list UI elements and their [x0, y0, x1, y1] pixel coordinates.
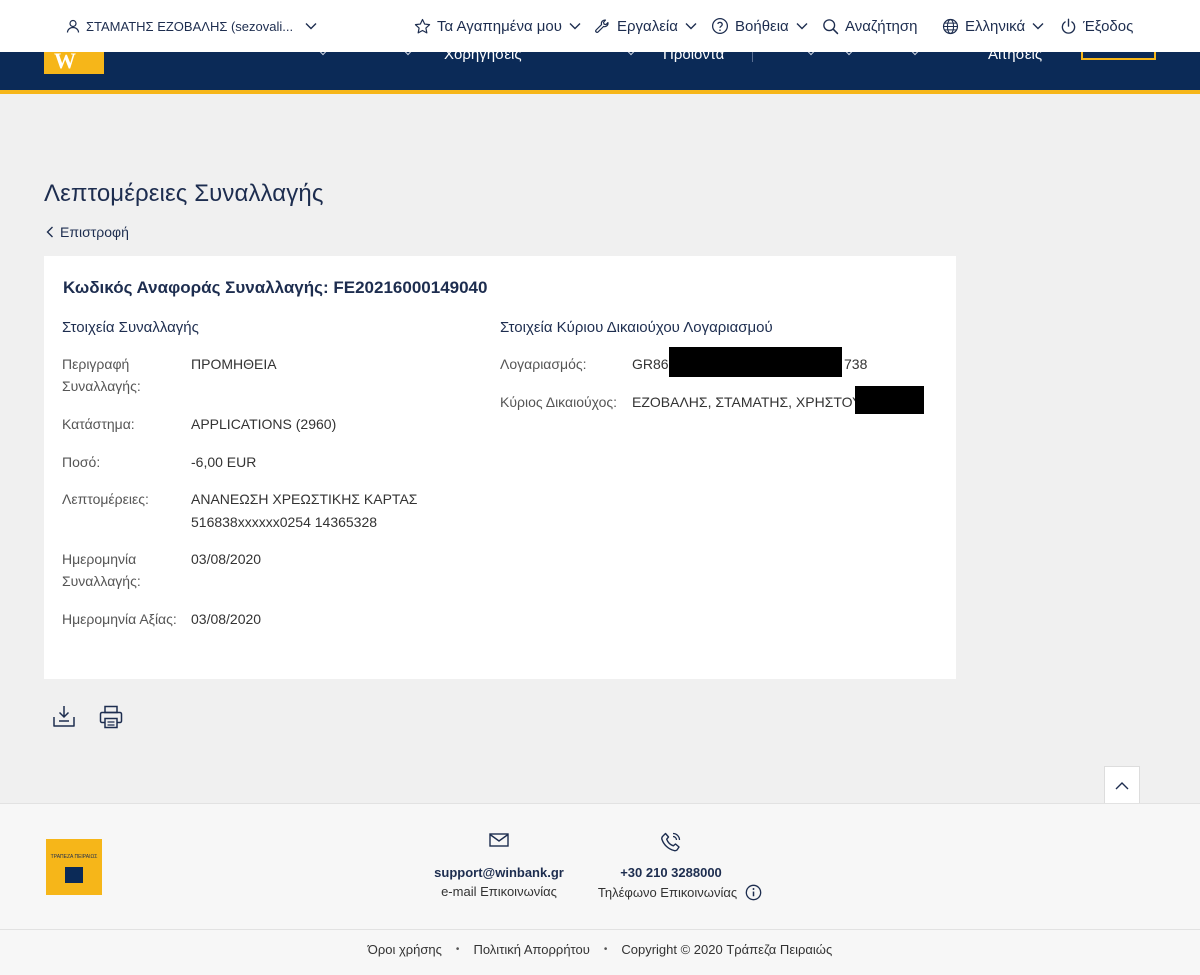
redacted-account-number	[669, 347, 842, 377]
separator-dot: •	[603, 944, 608, 955]
top-utility-bar: ΣΤΑΜΑΤΗΣ ΕΖΟΒΑΛΗΣ (sezovali... Τα Αγαπημ…	[0, 0, 1200, 52]
print-button[interactable]	[98, 704, 124, 730]
search-label: Αναζήτηση	[845, 17, 918, 35]
owner-section-title: Στοιχεία Κύριου Δικαιούχου Λογαριασμού	[500, 319, 773, 336]
winbank-logo[interactable]: W	[44, 52, 104, 74]
nav-item-products[interactable]: Προϊόντα	[663, 52, 724, 63]
power-icon	[1061, 18, 1076, 34]
chevron-down-icon	[305, 23, 317, 30]
store-value: APPLICATIONS (2960)	[191, 416, 337, 432]
nav-chevron	[626, 52, 636, 56]
globe-icon	[942, 18, 959, 34]
main-navigation: W Χορηγήσεις Προϊόντα Αιτήσεις	[0, 52, 1200, 90]
footer-divider	[0, 929, 1200, 930]
holder-value: ΕΖΟΒΑΛΗΣ, ΣΤΑΜΑΤΗΣ, ΧΡΗΣΤΟΥ,	[632, 394, 864, 410]
phone-label-row: Τηλέφωνο Επικοινωνίας	[580, 884, 780, 901]
transaction-date-value: 03/08/2020	[191, 551, 262, 567]
nav-cta-button[interactable]	[1081, 52, 1156, 60]
details-label: Λεπτομέρειες:	[62, 491, 149, 507]
phone-label: Τηλέφωνο Επικοινωνίας	[597, 885, 738, 900]
nav-item-requests[interactable]: Αιτήσεις	[988, 52, 1042, 63]
copyright: Copyright © 2020 Τράπεζα Πειραιώς	[621, 942, 833, 957]
search-icon	[823, 18, 839, 34]
nav-item-sponsorships[interactable]: Χορηγήσεις	[444, 52, 522, 63]
description-label: Περιγραφή Συναλλαγής:	[62, 356, 141, 394]
chevron-down-icon	[569, 23, 581, 30]
footer-links: Όροι χρήσης • Πολιτική Απορρήτου • Copyr…	[0, 942, 1200, 957]
chevron-down-icon	[685, 23, 697, 30]
amount-label: Ποσό:	[62, 454, 101, 470]
piraeus-bank-logo[interactable]: ΤΡΑΠΕΖΑ ΠΕΙΡΑΙΩΣ	[46, 839, 102, 895]
nav-accent-line	[0, 90, 1200, 94]
language-label: Ελληνικά	[965, 17, 1026, 35]
nav-chevron	[403, 52, 413, 56]
amount-value: -6,00 EUR	[191, 454, 257, 470]
user-menu[interactable]: ΣΤΑΜΑΤΗΣ ΕΖΟΒΑΛΗΣ (sezovali...	[66, 0, 317, 52]
email-label: e-mail Επικοινωνίας	[441, 884, 557, 899]
store-label: Κατάστημα:	[62, 416, 135, 432]
nav-chevron	[844, 52, 854, 56]
email-value[interactable]: support@winbank.gr	[429, 865, 569, 880]
nav-chevron	[318, 52, 328, 56]
email-contact: support@winbank.gr e-mail Επικοινωνίας	[429, 832, 569, 899]
favorites-menu[interactable]: Τα Αγαπημένα μου	[414, 0, 581, 52]
account-suffix: 738	[844, 356, 868, 372]
chevron-down-icon	[1032, 23, 1044, 30]
help-label: Βοήθεια	[735, 17, 789, 35]
back-link[interactable]: Επιστροφή	[46, 224, 129, 240]
back-label: Επιστροφή	[60, 224, 129, 240]
chevron-up-icon	[1115, 781, 1129, 789]
account-label: Λογαριασμός:	[500, 356, 587, 372]
transaction-reference: Κωδικός Αναφοράς Συναλλαγής: FE202160001…	[63, 278, 487, 298]
account-prefix: GR86	[632, 356, 669, 372]
download-button[interactable]	[51, 704, 77, 730]
privacy-link[interactable]: Πολιτική Απορρήτου	[473, 942, 589, 957]
phone-value[interactable]: +30 210 3288000	[580, 865, 780, 880]
print-icon	[99, 705, 123, 729]
help-menu[interactable]: Βοήθεια	[711, 0, 808, 52]
reference-value: FE20216000149040	[333, 278, 488, 297]
tools-label: Εργαλεία	[617, 17, 678, 35]
logout-label: Έξοδος	[1083, 17, 1134, 35]
description-value: ΠΡΟΜΗΘΕΙΑ	[191, 356, 277, 372]
bank-logo-text: ΤΡΑΠΕΖΑ ΠΕΙΡΑΙΩΣ	[50, 854, 98, 860]
page-title: Λεπτομέρειες Συναλλαγής	[44, 180, 324, 207]
user-icon	[66, 19, 80, 33]
info-icon[interactable]	[745, 884, 762, 901]
transaction-section-title: Στοιχεία Συναλλαγής	[62, 319, 199, 336]
question-circle-icon	[711, 17, 729, 35]
value-date-value: 03/08/2020	[191, 611, 262, 627]
user-name: ΣΤΑΜΑΤΗΣ ΕΖΟΒΑΛΗΣ (sezovali...	[86, 18, 294, 34]
download-icon	[53, 706, 75, 727]
phone-contact: +30 210 3288000 Τηλέφωνο Επικοινωνίας	[580, 832, 780, 901]
holder-label: Κύριος Δικαιούχος:	[500, 394, 618, 410]
nav-divider	[752, 52, 753, 62]
language-menu[interactable]: Ελληνικά	[942, 0, 1044, 52]
envelope-icon	[489, 833, 509, 847]
phone-icon	[661, 832, 681, 852]
star-icon	[414, 18, 431, 33]
transaction-details-card: Κωδικός Αναφοράς Συναλλαγής: FE202160001…	[44, 256, 956, 679]
wrench-icon	[595, 19, 609, 33]
value-date-label: Ημερομηνία Αξίας:	[62, 611, 177, 627]
details-value-line1: ΑΝΑΝΕΩΣΗ ΧΡΕΩΣΤΙΚΗΣ ΚΑΡΤΑΣ	[191, 491, 418, 507]
chevron-left-icon	[46, 226, 53, 238]
bank-logo-mark	[65, 867, 83, 883]
terms-link[interactable]: Όροι χρήσης	[368, 942, 442, 957]
chevron-down-icon	[796, 23, 808, 30]
logout-button[interactable]: Έξοδος	[1060, 0, 1133, 52]
footer: ΤΡΑΠΕΖΑ ΠΕΙΡΑΙΩΣ support@winbank.gr e-ma…	[0, 803, 1200, 975]
redacted-holder-info	[855, 386, 924, 414]
details-value-line2: 516838xxxxxx0254 14365328	[191, 514, 378, 530]
reference-label: Κωδικός Αναφοράς Συναλλαγής:	[63, 278, 329, 297]
search-button[interactable]: Αναζήτηση	[822, 0, 917, 52]
transaction-date-label: Ημερομηνία Συναλλαγής:	[62, 551, 141, 589]
nav-chevron	[806, 52, 816, 56]
scroll-to-top-button[interactable]	[1104, 766, 1140, 804]
favorites-label: Τα Αγαπημένα μου	[437, 17, 562, 35]
separator-dot: •	[455, 944, 460, 955]
tools-menu[interactable]: Εργαλεία	[594, 0, 697, 52]
nav-chevron	[910, 52, 920, 56]
